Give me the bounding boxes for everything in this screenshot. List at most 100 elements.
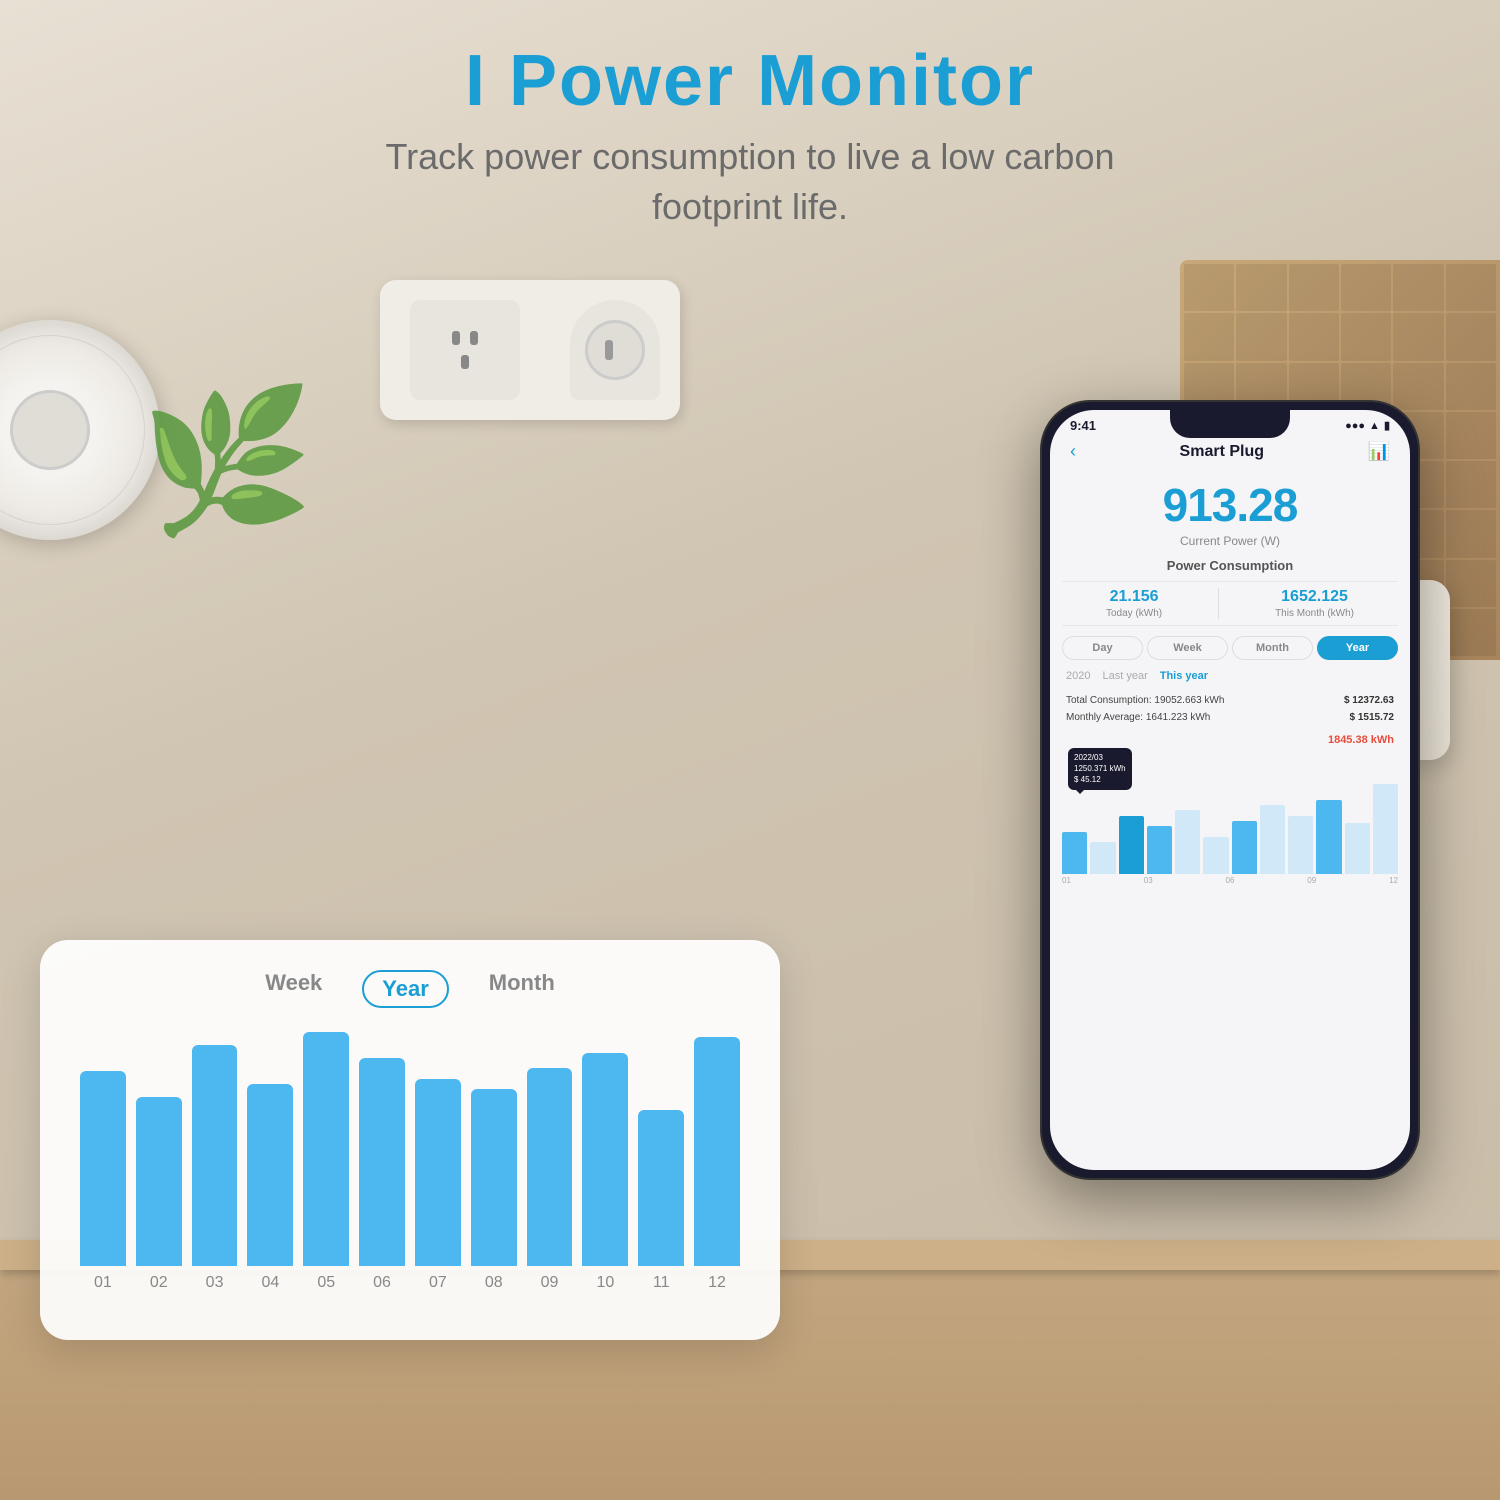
bar-label-04: 04 bbox=[262, 1274, 280, 1292]
bar-02 bbox=[136, 1097, 182, 1266]
year-tabs: 2020 Last year This year bbox=[1050, 666, 1410, 686]
bar-wrapper bbox=[247, 1032, 293, 1266]
phone-screen: 9:41 ●●● ▲ ▮ ‹ Smart Plug 📊 913.28 Curre… bbox=[1050, 410, 1410, 1170]
chart-icon[interactable]: 📊 bbox=[1368, 441, 1390, 462]
total-value: $ 12372.63 bbox=[1344, 695, 1394, 706]
phone-mockup: 9:41 ●●● ▲ ▮ ‹ Smart Plug 📊 913.28 Curre… bbox=[1040, 400, 1420, 1180]
avg-label: Monthly Average: 1641.223 kWh bbox=[1066, 712, 1210, 723]
mini-bar-8 bbox=[1288, 816, 1313, 874]
bar-wrapper bbox=[638, 1032, 684, 1266]
page-subtitle: Track power consumption to live a low ca… bbox=[0, 132, 1500, 233]
stat-today: 21.156 Today (kWh) bbox=[1106, 588, 1162, 619]
year-this[interactable]: This year bbox=[1160, 670, 1208, 682]
bar-label-03: 03 bbox=[206, 1274, 224, 1292]
year-2020[interactable]: 2020 bbox=[1066, 670, 1090, 682]
chart-bar-group: 12 bbox=[694, 1032, 740, 1292]
tab-year[interactable]: Year bbox=[362, 970, 449, 1008]
chart-tooltip: 2022/03 1250.371 kWh $ 45.12 bbox=[1068, 748, 1132, 790]
phone-nav: ‹ Smart Plug 📊 bbox=[1050, 437, 1410, 470]
chart-bar-group: 10 bbox=[582, 1032, 628, 1292]
mini-bar-2 bbox=[1119, 816, 1144, 874]
chart-bar-group: 02 bbox=[136, 1032, 182, 1292]
mini-bar-6 bbox=[1232, 821, 1257, 874]
year-last[interactable]: Last year bbox=[1102, 670, 1147, 682]
outlet-hole-bottom bbox=[461, 355, 469, 369]
bar-06 bbox=[359, 1058, 405, 1266]
back-button[interactable]: ‹ bbox=[1070, 441, 1076, 462]
bar-wrapper bbox=[136, 1032, 182, 1266]
chart-bar-group: 07 bbox=[415, 1032, 461, 1292]
nav-title: Smart Plug bbox=[1180, 443, 1264, 461]
period-week[interactable]: Week bbox=[1147, 636, 1228, 660]
period-year[interactable]: Year bbox=[1317, 636, 1398, 660]
bar-wrapper bbox=[471, 1032, 517, 1266]
avg-value: $ 1515.72 bbox=[1350, 712, 1395, 723]
label-01: 01 bbox=[1062, 876, 1071, 885]
outlet-right bbox=[570, 300, 660, 400]
mini-bar-3 bbox=[1147, 826, 1172, 874]
bar-01 bbox=[80, 1071, 126, 1266]
bar-10 bbox=[582, 1053, 628, 1266]
bar-label-02: 02 bbox=[150, 1274, 168, 1292]
battery-icon: ▮ bbox=[1384, 419, 1390, 432]
fan-lines bbox=[0, 335, 145, 525]
chart-bar-group: 08 bbox=[471, 1032, 517, 1292]
bar-wrapper bbox=[527, 1032, 573, 1266]
bar-11 bbox=[638, 1110, 684, 1266]
label-09: 09 bbox=[1307, 876, 1316, 885]
page-header: I Power Monitor Track power consumption … bbox=[0, 40, 1500, 233]
chart-bar-group: 04 bbox=[247, 1032, 293, 1292]
outlet-hole bbox=[452, 331, 460, 345]
stats-row: 21.156 Today (kWh) 1652.125 This Month (… bbox=[1062, 581, 1398, 626]
mini-bar-11 bbox=[1373, 784, 1398, 874]
phone-notch bbox=[1170, 410, 1290, 438]
total-label: Total Consumption: 19052.663 kWh bbox=[1066, 695, 1224, 706]
data-rows: Total Consumption: 19052.663 kWh $ 12372… bbox=[1050, 686, 1410, 732]
bar-label-11: 11 bbox=[653, 1274, 670, 1292]
bar-label-01: 01 bbox=[94, 1274, 112, 1292]
stat-month-label: This Month (kWh) bbox=[1275, 608, 1354, 619]
mini-bar-labels: 01 03 06 09 12 bbox=[1062, 874, 1398, 887]
mini-bar-0 bbox=[1062, 832, 1087, 874]
bar-wrapper bbox=[80, 1032, 126, 1266]
highlight-value: 1845.38 kWh bbox=[1050, 732, 1410, 748]
chart-bar-group: 09 bbox=[527, 1032, 573, 1292]
section-title: Power Consumption bbox=[1050, 552, 1410, 581]
tooltip-kwh: 1250.371 kWh bbox=[1074, 763, 1126, 774]
period-month[interactable]: Month bbox=[1232, 636, 1313, 660]
status-time: 9:41 bbox=[1070, 418, 1096, 433]
bar-label-06: 06 bbox=[373, 1274, 391, 1292]
stat-today-value: 21.156 bbox=[1106, 588, 1162, 606]
power-number: 913.28 bbox=[1050, 478, 1410, 532]
bar-label-05: 05 bbox=[317, 1274, 335, 1292]
chart-card: Week Year Month 01 02 03 04 05 06 0708 09 10 11 12 bbox=[40, 940, 780, 1340]
plant-decoration: 🌿 bbox=[140, 380, 314, 544]
bar-12 bbox=[694, 1037, 740, 1266]
bar-04 bbox=[247, 1084, 293, 1266]
bar-label-12: 12 bbox=[708, 1274, 726, 1292]
tab-month[interactable]: Month bbox=[489, 970, 555, 1008]
bar-wrapper bbox=[192, 1032, 238, 1266]
chart-bar-group: 11 bbox=[638, 1032, 684, 1292]
mini-bar-10 bbox=[1345, 823, 1370, 874]
chart-bars: 01 02 03 04 05 06 0708 09 10 11 12 bbox=[76, 1032, 744, 1292]
signal-icon: ●●● bbox=[1345, 420, 1365, 432]
status-icons: ●●● ▲ ▮ bbox=[1345, 419, 1390, 432]
mini-bar-9 bbox=[1316, 800, 1341, 874]
tab-week[interactable]: Week bbox=[265, 970, 322, 1008]
bar-wrapper bbox=[359, 1032, 405, 1266]
bar-label-09: 09 bbox=[541, 1274, 559, 1292]
bar-wrapper bbox=[694, 1032, 740, 1266]
label-06: 06 bbox=[1226, 876, 1235, 885]
chart-tabs: Week Year Month bbox=[76, 970, 744, 1008]
mini-bar-5 bbox=[1203, 837, 1228, 874]
tooltip-cost: $ 45.12 bbox=[1074, 774, 1126, 785]
stat-month: 1652.125 This Month (kWh) bbox=[1275, 588, 1354, 619]
stat-today-label: Today (kWh) bbox=[1106, 608, 1162, 619]
chart-bar-group: 06 bbox=[359, 1032, 405, 1292]
bar-05 bbox=[303, 1032, 349, 1266]
tooltip-date: 2022/03 bbox=[1074, 752, 1126, 763]
period-tabs: Day Week Month Year bbox=[1050, 626, 1410, 666]
period-day[interactable]: Day bbox=[1062, 636, 1143, 660]
wall-outlet bbox=[380, 280, 680, 420]
